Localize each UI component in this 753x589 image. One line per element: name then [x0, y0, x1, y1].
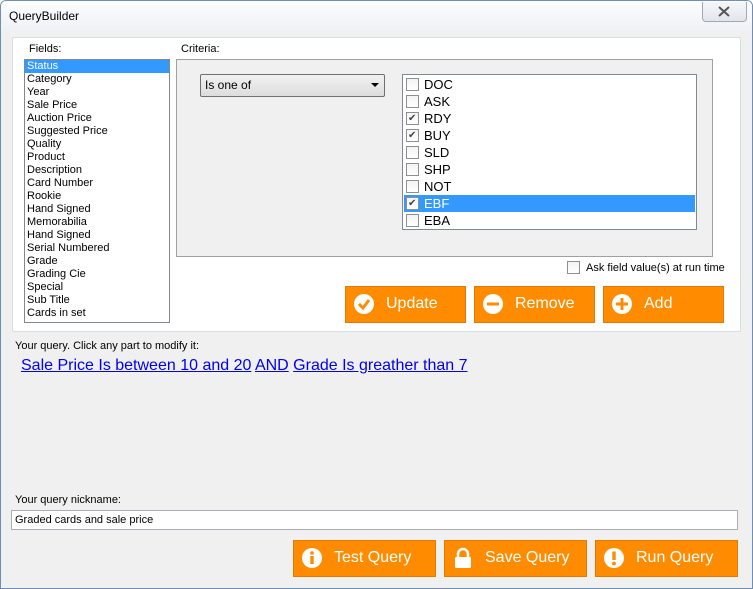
- fields-list-item[interactable]: Card Number: [25, 177, 169, 190]
- fields-list-item[interactable]: Category: [25, 73, 169, 86]
- query-part-link[interactable]: Sale Price Is between 10 and 20: [21, 357, 251, 374]
- operator-dropdown[interactable]: Is one of: [200, 74, 385, 97]
- nickname-input[interactable]: [12, 511, 730, 526]
- value-checkbox[interactable]: [406, 180, 419, 193]
- value-checkbox[interactable]: [406, 95, 419, 108]
- value-label: BUY: [424, 128, 451, 143]
- value-checklist-item[interactable]: DOC: [404, 76, 695, 93]
- update-button[interactable]: Update: [345, 286, 466, 323]
- query-conjunction-link[interactable]: AND: [255, 357, 289, 374]
- fields-list-item[interactable]: Serial Numbered: [25, 242, 169, 255]
- checkmark-icon: ✔: [408, 113, 417, 124]
- window-title: QueryBuilder: [9, 9, 80, 23]
- value-label: EBF: [424, 196, 450, 211]
- value-checklist-item[interactable]: ASK: [404, 93, 695, 110]
- value-label: SHP: [424, 162, 451, 177]
- nickname-label: Your query nickname:: [15, 494, 121, 506]
- close-button[interactable]: [702, 2, 747, 22]
- test-query-button[interactable]: Test Query: [293, 540, 436, 577]
- remove-button[interactable]: Remove: [474, 286, 595, 323]
- chevron-down-icon: [371, 83, 379, 87]
- value-checkbox[interactable]: ✔: [406, 112, 419, 125]
- ask-runtime-label: Ask field value(s) at run time: [586, 262, 725, 274]
- criteria-label: Criteria:: [181, 43, 220, 55]
- fields-list-item[interactable]: Suggested Price: [25, 125, 169, 138]
- value-checklist-item[interactable]: NOT: [404, 178, 695, 195]
- run-query-label: Run Query: [636, 549, 714, 566]
- checkmark-icon: ✔: [408, 198, 417, 209]
- fields-list[interactable]: Status Category Year Sale Price Auction Pric…: [24, 59, 170, 323]
- value-checklist-item[interactable]: EBA: [404, 212, 695, 229]
- fields-list-item[interactable]: Status: [25, 60, 169, 73]
- value-label: ASK: [424, 94, 451, 109]
- fields-list-item[interactable]: Hand Signed: [25, 229, 169, 242]
- test-query-label: Test Query: [334, 549, 412, 566]
- value-checklist-item[interactable]: ✔ RDY: [404, 110, 695, 127]
- fields-list-item[interactable]: Grade: [25, 255, 169, 268]
- value-checklist-item[interactable]: SLD: [404, 144, 695, 161]
- value-label: DOC: [424, 77, 453, 92]
- value-checkbox[interactable]: [406, 214, 419, 227]
- fields-list-item[interactable]: Description: [25, 164, 169, 177]
- fields-list-item[interactable]: Quality: [25, 138, 169, 151]
- value-checklist-item[interactable]: ✔ EBF: [404, 195, 695, 212]
- fields-list-item[interactable]: Sale Price: [25, 99, 169, 112]
- value-label: SLD: [424, 145, 450, 160]
- add-button[interactable]: Add: [603, 286, 724, 323]
- value-label: NOT: [424, 179, 452, 194]
- value-checkbox[interactable]: [406, 146, 419, 159]
- value-checkbox[interactable]: [406, 163, 419, 176]
- fields-list-item[interactable]: Rookie: [25, 190, 169, 203]
- save-query-label: Save Query: [485, 549, 570, 566]
- query-expression: Sale Price Is between 10 and 20 AND Grad…: [21, 357, 468, 375]
- value-label: RDY: [424, 111, 452, 126]
- info-icon: [302, 548, 322, 568]
- save-query-button[interactable]: Save Query: [444, 540, 587, 577]
- value-checkbox[interactable]: [406, 78, 419, 91]
- fields-list-item[interactable]: Cards in set: [25, 307, 169, 320]
- update-label: Update: [386, 295, 438, 312]
- value-checkbox[interactable]: ✔: [406, 197, 419, 210]
- fields-list-item[interactable]: Auction Price: [25, 112, 169, 125]
- close-icon: [718, 6, 730, 17]
- value-checkbox[interactable]: ✔: [406, 129, 419, 142]
- alert-icon: [604, 548, 624, 568]
- nickname-field[interactable]: [11, 510, 738, 530]
- fields-list-item[interactable]: Year: [25, 86, 169, 99]
- values-checklist[interactable]: DOC ASK ✔ RDY ✔ BUY SLD SHP NOT ✔ EBF EBA: [402, 74, 697, 230]
- operator-value: Is one of: [205, 78, 252, 92]
- value-checklist-item[interactable]: ✔ BUY: [404, 127, 695, 144]
- query-label: Your query. Click any part to modify it:: [15, 340, 200, 352]
- fields-list-item[interactable]: Grading Cie: [25, 268, 169, 281]
- value-label: EBA: [424, 213, 451, 228]
- title-bar: QueryBuilder: [1, 1, 752, 31]
- plus-circle-icon: [612, 294, 632, 314]
- fields-list-item[interactable]: Memorabilia: [25, 216, 169, 229]
- lock-icon: [455, 547, 471, 568]
- fields-list-item[interactable]: Sub Title: [25, 294, 169, 307]
- fields-list-item[interactable]: Special: [25, 281, 169, 294]
- value-checklist-item[interactable]: SHP: [404, 161, 695, 178]
- ask-runtime-checkbox[interactable]: [567, 261, 580, 274]
- fields-list-item[interactable]: Product: [25, 151, 169, 164]
- query-part-link[interactable]: Grade Is greather than 7: [293, 357, 467, 374]
- check-circle-icon: [354, 294, 374, 314]
- run-query-button[interactable]: Run Query: [595, 540, 738, 577]
- minus-circle-icon: [483, 294, 503, 314]
- fields-list-item[interactable]: Hand Signed: [25, 203, 169, 216]
- remove-label: Remove: [515, 295, 575, 312]
- add-label: Add: [644, 295, 673, 312]
- checkmark-icon: ✔: [408, 130, 417, 141]
- fields-label: Fields:: [29, 43, 62, 55]
